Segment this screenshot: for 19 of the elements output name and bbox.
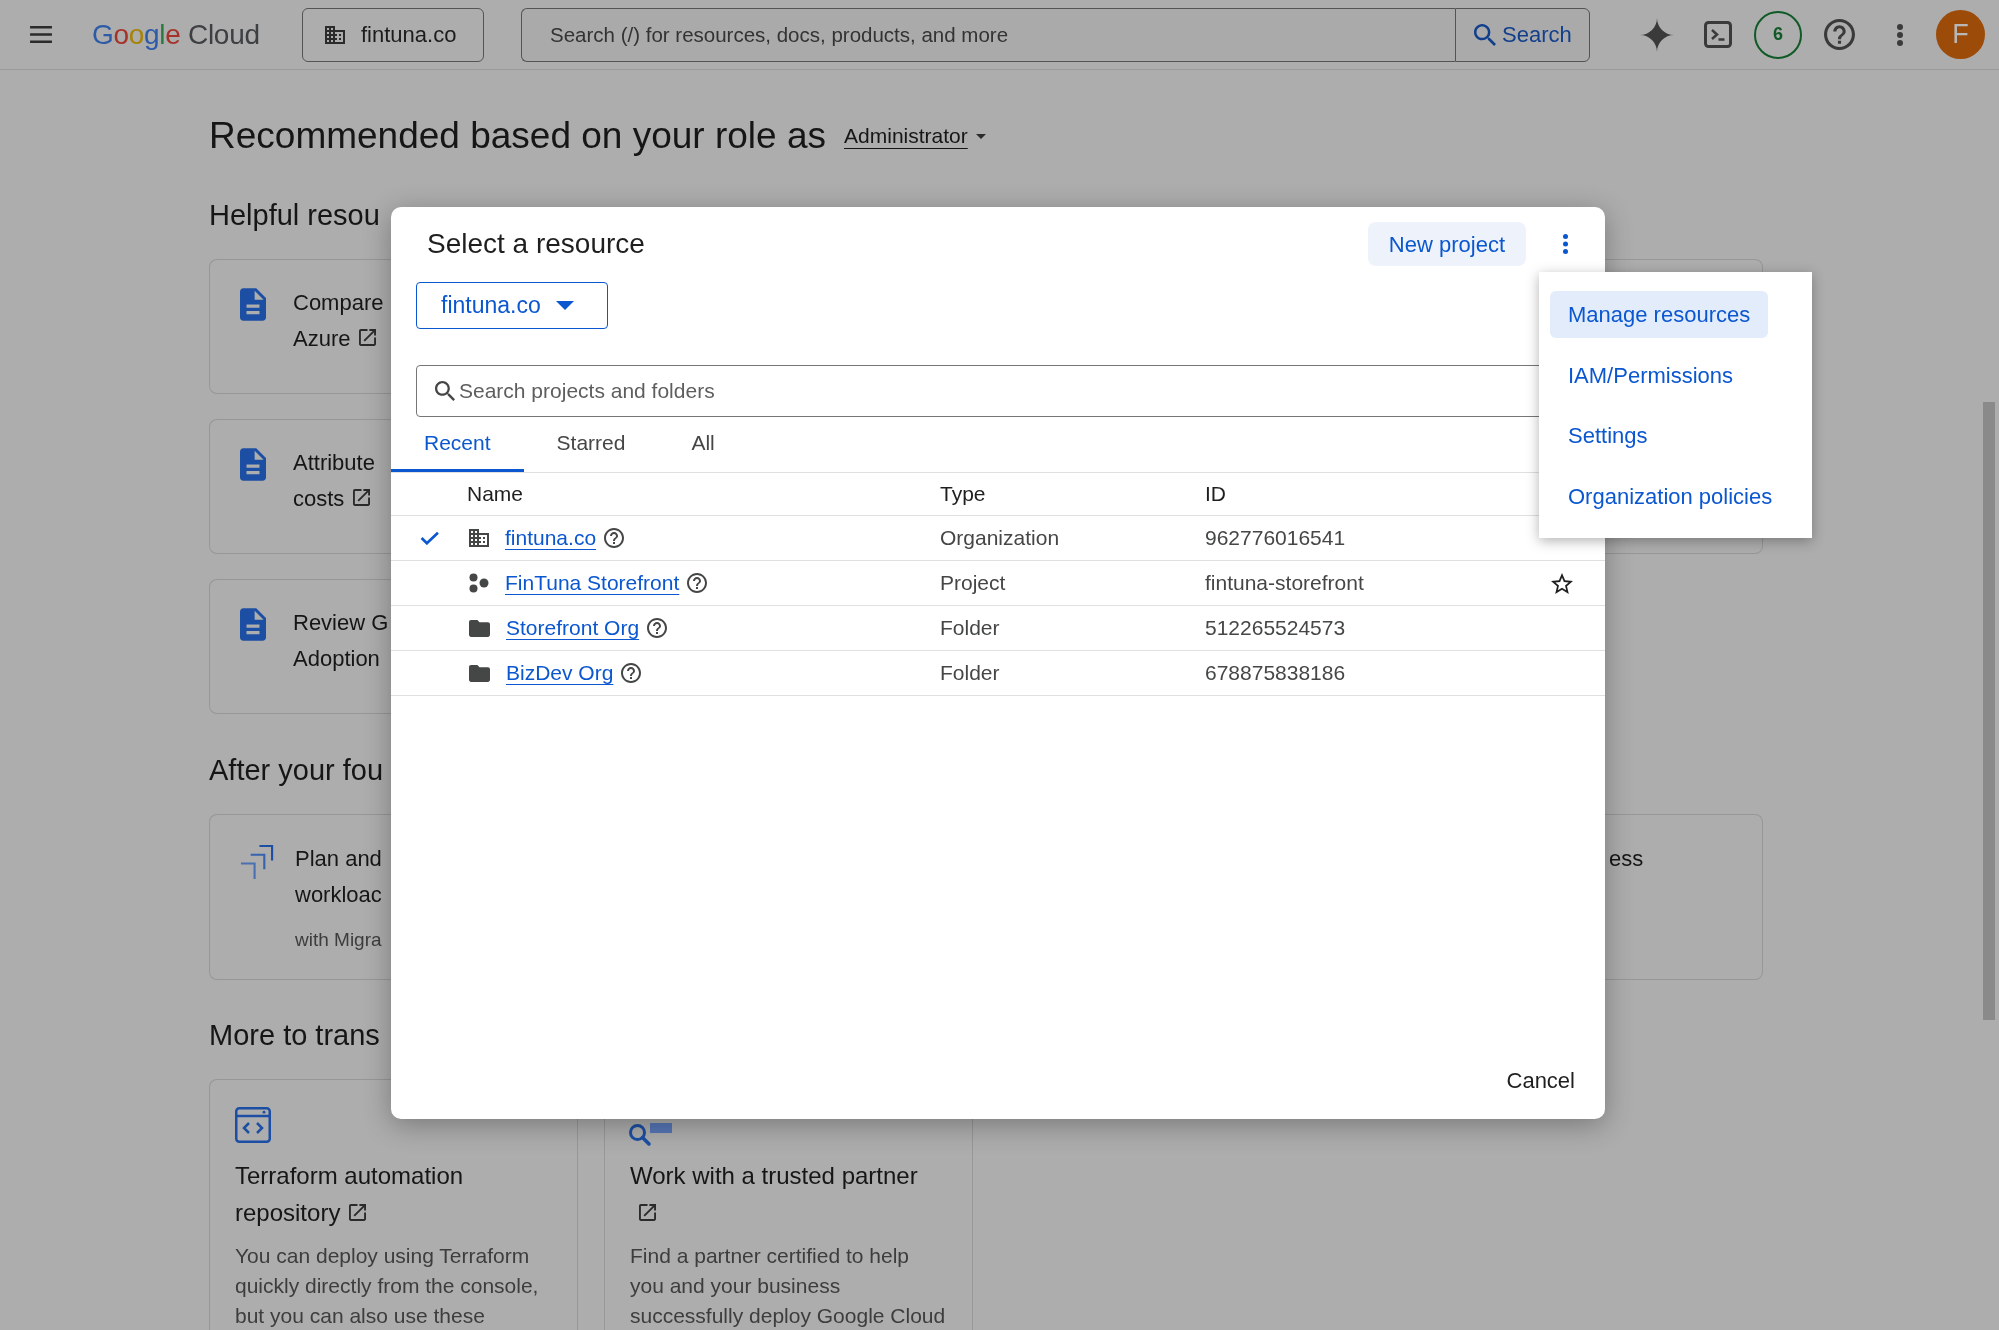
table-cell-text: Project bbox=[940, 570, 1006, 597]
table-cell-text: 962776016541 bbox=[1205, 525, 1346, 552]
dialog-title: Select a resource bbox=[427, 227, 645, 261]
section-heading: More to trans bbox=[209, 1018, 380, 1053]
column-header: Name bbox=[467, 481, 524, 508]
page-heading: Recommended based on your role as bbox=[209, 114, 827, 158]
card-note: with Migra bbox=[295, 928, 382, 952]
table-cell-text: Folder bbox=[940, 660, 1000, 687]
table-cell-text: Folder bbox=[940, 615, 1000, 642]
card-description: You can deploy using Terraform quickly directly from the console, but you can also use these bbox=[235, 1243, 539, 1329]
table-cell-text: 678875838186 bbox=[1205, 660, 1346, 687]
table-cell-text: 512265524573 bbox=[1205, 615, 1346, 642]
column-header: ID bbox=[1205, 481, 1226, 508]
table-cell-text: Organization bbox=[940, 525, 1060, 552]
table-cell-text: fintuna-storefront bbox=[1205, 570, 1364, 597]
card-description: Find a partner certified to help you and your business successfully deploy Google Cloud bbox=[630, 1243, 946, 1329]
section-heading: After your fou bbox=[209, 753, 384, 788]
column-header: Type bbox=[940, 481, 986, 508]
section-heading: Helpful resou bbox=[209, 198, 380, 233]
